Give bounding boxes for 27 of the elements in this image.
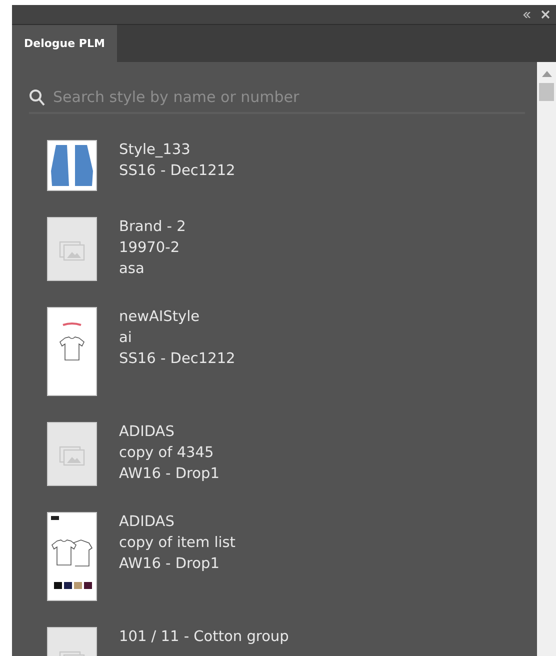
style-detail: Brand - 2: [119, 218, 186, 237]
style-detail: asa: [119, 260, 146, 279]
style-detail: ai: [119, 329, 133, 348]
search-icon: [29, 88, 45, 106]
panel-tab[interactable]: Delogue PLM: [12, 25, 117, 62]
close-icon[interactable]: [541, 10, 550, 19]
style-detail: 19970-2: [119, 239, 181, 258]
style-detail: SS16 - Dec1212: [119, 350, 236, 369]
style-detail: 101 / 11 - Cotton group: [119, 628, 289, 647]
image-placeholder-icon: [47, 217, 97, 281]
style-detail: ADIDAS: [119, 513, 176, 532]
style-detail: AW16 - Drop1: [119, 465, 220, 484]
collapse-icon[interactable]: [523, 12, 531, 18]
dress-photo: [47, 140, 97, 191]
search-field[interactable]: Search style by name or number: [29, 82, 525, 114]
style-detail: copy of 4345: [119, 444, 215, 463]
style-detail: AW16 - Drop1: [119, 555, 220, 574]
search-input[interactable]: Search style by name or number: [51, 87, 525, 107]
scroll-thumb[interactable]: [539, 83, 554, 101]
style-detail: ADIDAS: [119, 423, 176, 442]
style-detail: newAIStyle: [119, 308, 201, 327]
image-placeholder-icon: [47, 422, 97, 486]
style-detail: Style_133: [119, 141, 192, 160]
scrollbar[interactable]: [537, 62, 556, 656]
scroll-up-icon[interactable]: [542, 71, 552, 77]
style-detail: copy of item list: [119, 534, 236, 553]
style-detail: SS16 - Dec1212: [119, 162, 236, 181]
